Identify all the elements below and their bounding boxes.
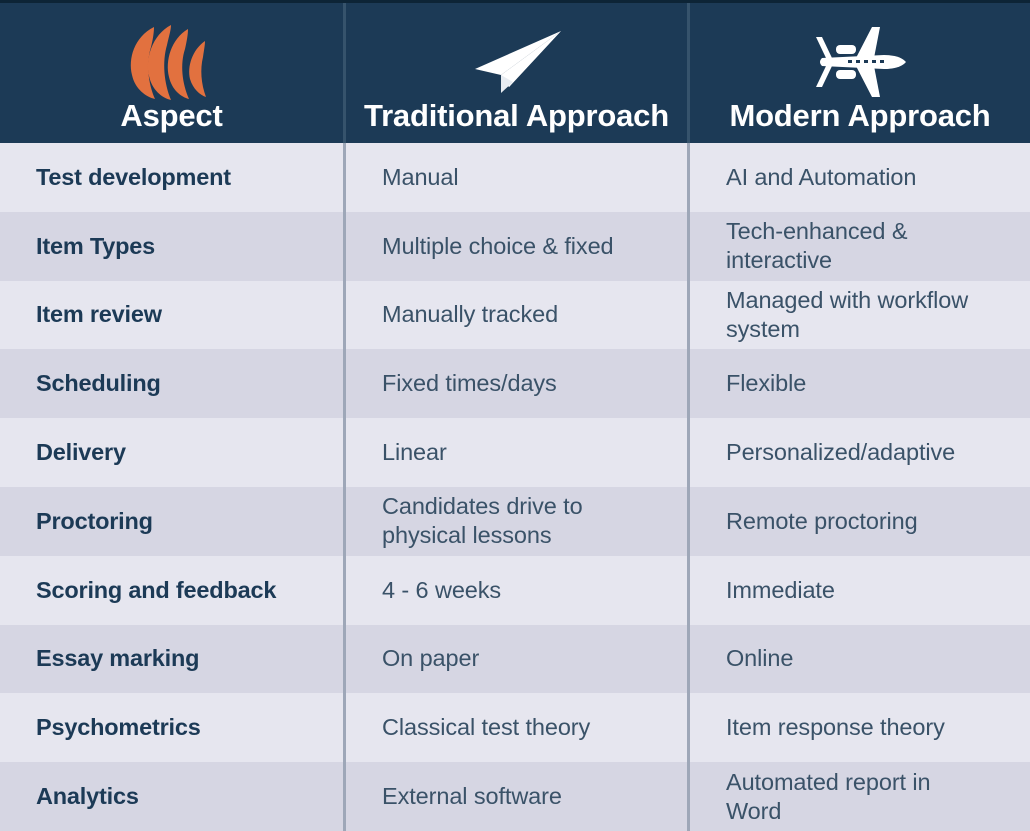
cell-traditional-text: Classical test theory	[382, 714, 591, 741]
cell-modern-text: Item response theory	[726, 714, 945, 741]
cell-modern: Flexible	[687, 349, 1030, 419]
cell-aspect-text: Item Types	[36, 232, 156, 259]
table-header-row: Aspect Traditional Approach Modern Appro…	[0, 0, 1030, 143]
cell-aspect-text: Essay marking	[36, 645, 200, 672]
cell-modern-text: Tech-enhanced & interactive	[726, 218, 908, 274]
cell-aspect: Analytics	[0, 762, 343, 831]
cell-traditional-text: On paper	[382, 645, 480, 672]
cell-aspect: Test development	[0, 143, 343, 212]
cell-modern-text: Managed with workflow system	[726, 286, 969, 342]
paper-plane-icon	[465, 23, 569, 101]
cell-aspect: Psychometrics	[0, 693, 343, 762]
cell-aspect: Proctoring	[0, 487, 343, 556]
cell-aspect-text: Analytics	[36, 783, 139, 810]
table-row: Test development Manual AI and Automatio…	[0, 143, 1030, 212]
cell-traditional: Multiple choice & fixed	[343, 211, 687, 281]
table-row: Essay marking On paper Online	[0, 624, 1030, 694]
cell-modern: Personalized/adaptive	[687, 418, 1030, 487]
cell-aspect: Scoring and feedback	[0, 556, 343, 625]
cell-traditional: Fixed times/days	[343, 349, 687, 419]
cell-traditional-text: Linear	[382, 439, 447, 466]
cell-modern: Managed with workflow system	[687, 280, 1030, 350]
cell-modern-text: Automated report in Word	[726, 768, 931, 824]
table-header-cell-aspect: Aspect	[0, 3, 343, 143]
cell-modern-text: Personalized/adaptive	[726, 439, 956, 466]
flame-waves-logo-icon	[124, 23, 220, 101]
cell-traditional: On paper	[343, 624, 687, 694]
cell-aspect: Essay marking	[0, 625, 343, 694]
cell-traditional: Linear	[343, 418, 687, 487]
cell-aspect: Item review	[0, 281, 343, 350]
cell-aspect-text: Scheduling	[36, 370, 161, 397]
cell-aspect: Delivery	[0, 418, 343, 487]
cell-aspect: Item Types	[0, 212, 343, 281]
table-header-label-modern: Modern Approach	[729, 98, 991, 133]
table-body: Test development Manual AI and Automatio…	[0, 143, 1030, 831]
cell-aspect: Scheduling	[0, 349, 343, 418]
cell-traditional-text: 4 - 6 weeks	[382, 576, 502, 603]
cell-traditional: 4 - 6 weeks	[343, 555, 687, 625]
cell-traditional-text: Candidates drive to physical lessons	[382, 493, 583, 549]
cell-modern-text: Flexible	[726, 370, 807, 397]
cell-modern: Tech-enhanced & interactive	[687, 211, 1030, 281]
cell-traditional-text: External software	[382, 783, 562, 810]
cell-traditional-text: Fixed times/days	[382, 370, 557, 397]
cell-traditional-text: Manual	[382, 163, 459, 190]
cell-traditional: Manual	[343, 143, 687, 212]
cell-traditional: Candidates drive to physical lessons	[343, 486, 687, 556]
cell-modern: AI and Automation	[687, 143, 1030, 212]
cell-traditional: Classical test theory	[343, 693, 687, 763]
cell-aspect-text: Delivery	[36, 439, 126, 466]
cell-traditional: External software	[343, 762, 687, 831]
cell-modern: Item response theory	[687, 693, 1030, 763]
cell-traditional: Manually tracked	[343, 280, 687, 350]
table-row: Item Types Multiple choice & fixed Tech-…	[0, 211, 1030, 281]
cell-aspect-text: Item review	[36, 301, 162, 328]
table-header-label-traditional: Traditional Approach	[364, 98, 669, 133]
cell-modern-text: Online	[726, 645, 794, 672]
table-row: Proctoring Candidates drive to physical …	[0, 486, 1030, 556]
cell-modern: Remote proctoring	[687, 486, 1030, 556]
table-row: Scoring and feedback 4 - 6 weeks Immedia…	[0, 555, 1030, 625]
table-header-cell-traditional: Traditional Approach	[343, 3, 687, 143]
cell-traditional-text: Multiple choice & fixed	[382, 232, 614, 259]
cell-modern: Automated report in Word	[687, 762, 1030, 831]
jet-airplane-icon	[804, 23, 916, 101]
comparison-table: Aspect Traditional Approach Modern Appro…	[0, 0, 1030, 831]
table-row: Psychometrics Classical test theory Item…	[0, 693, 1030, 763]
table-row: Delivery Linear Personalized/adaptive	[0, 418, 1030, 487]
cell-traditional-text: Manually tracked	[382, 301, 559, 328]
cell-modern-text: AI and Automation	[726, 163, 917, 190]
cell-aspect-text: Test development	[36, 163, 231, 190]
cell-modern: Online	[687, 624, 1030, 694]
table-row: Analytics External software Automated re…	[0, 762, 1030, 831]
cell-aspect-text: Psychometrics	[36, 714, 201, 741]
table-header-cell-modern: Modern Approach	[687, 3, 1030, 143]
table-header-label-aspect: Aspect	[120, 98, 223, 133]
table-row: Scheduling Fixed times/days Flexible	[0, 349, 1030, 419]
cell-modern: Immediate	[687, 555, 1030, 625]
cell-modern-text: Remote proctoring	[726, 507, 918, 534]
cell-aspect-text: Scoring and feedback	[36, 576, 277, 603]
cell-modern-text: Immediate	[726, 576, 835, 603]
cell-aspect-text: Proctoring	[36, 507, 153, 534]
table-row: Item review Manually tracked Managed wit…	[0, 280, 1030, 350]
